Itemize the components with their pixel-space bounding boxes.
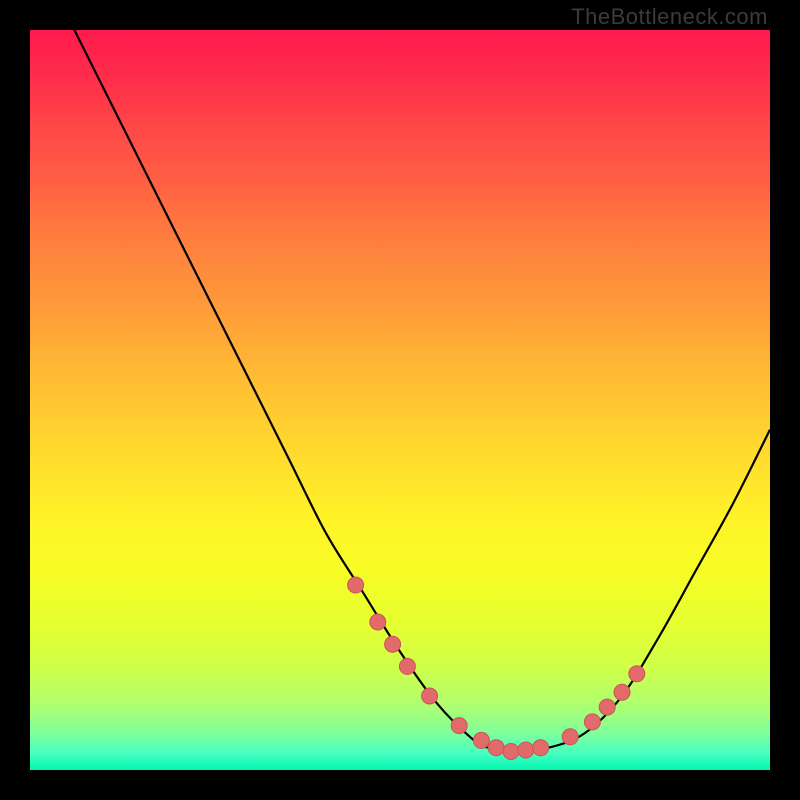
marker-point (614, 684, 630, 700)
marker-point (629, 666, 645, 682)
marker-point (562, 729, 578, 745)
marker-point (533, 740, 549, 756)
marker-point (488, 740, 504, 756)
watermark-text: TheBottleneck.com (571, 4, 768, 30)
marker-point (451, 718, 467, 734)
marker-point (370, 614, 386, 630)
marker-point (385, 636, 401, 652)
marker-point (422, 688, 438, 704)
marker-group (348, 577, 645, 760)
marker-point (584, 714, 600, 730)
marker-point (599, 699, 615, 715)
marker-point (503, 744, 519, 760)
marker-point (348, 577, 364, 593)
chart-svg (30, 30, 770, 770)
chart-frame: TheBottleneck.com (0, 0, 800, 800)
marker-point (518, 742, 534, 758)
bottleneck-curve-path (30, 0, 770, 751)
marker-point (473, 732, 489, 748)
marker-point (399, 658, 415, 674)
